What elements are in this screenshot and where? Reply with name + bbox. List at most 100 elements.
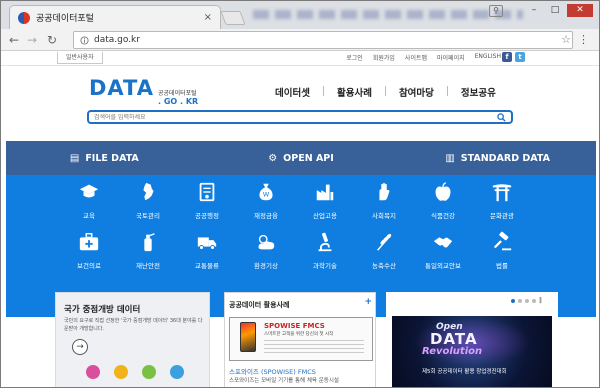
favicon-icon	[18, 11, 30, 24]
logo-sub: 공공데이터포털 . GO . KR	[158, 88, 198, 106]
banner-pager: ‖	[511, 297, 542, 304]
category-label: 국토관리	[136, 212, 160, 220]
blurred-bookmark-bar	[253, 10, 523, 19]
category-industry[interactable]: 산업고용	[297, 181, 353, 220]
nav-info-share[interactable]: 정보공유	[461, 85, 496, 99]
case-link[interactable]: 스포와이즈 (SPOWISE) FMCS	[229, 366, 316, 376]
site-logo[interactable]: DATA 공공데이터포털 . GO . KR	[89, 76, 198, 106]
address-bar[interactable]: data.go.kr	[73, 31, 573, 49]
category-food-health[interactable]: 식품건강	[415, 181, 471, 220]
category-science[interactable]: 과학기술	[297, 231, 353, 270]
general-user-tab[interactable]: 일반사용자	[57, 52, 103, 64]
dot	[86, 365, 100, 379]
category-environment[interactable]: 환경기상	[238, 231, 294, 270]
nav-separator	[446, 86, 448, 96]
category-label: 식품건강	[431, 212, 455, 220]
signup-link[interactable]: 회원가입	[373, 53, 395, 62]
gear-icon: ⚙	[268, 152, 278, 164]
pager-dot[interactable]	[532, 298, 536, 303]
category-land[interactable]: 국토관리	[120, 181, 176, 220]
panel-title: 공공데이터 활용사례	[229, 301, 290, 309]
mypage-link[interactable]: 마이페이지	[437, 53, 465, 62]
category-diplomacy[interactable]: 통일외교안보	[415, 231, 471, 270]
category-law[interactable]: 법률	[474, 231, 530, 270]
arrow-right-icon[interactable]: →	[72, 339, 88, 355]
tab-open-api[interactable]: ⚙ OPEN API	[203, 141, 400, 175]
back-button[interactable]: ←	[9, 33, 19, 47]
nav-participation[interactable]: 참여마당	[399, 85, 434, 99]
category-administration[interactable]: 공공행정	[179, 181, 235, 220]
profile-icon[interactable]: ⚲	[489, 5, 503, 17]
category-finance[interactable]: W 재정금융	[238, 181, 294, 220]
pager-dot[interactable]	[525, 298, 529, 303]
category-label: 공공행정	[195, 212, 219, 220]
category-welfare[interactable]: 사회복지	[356, 181, 412, 220]
color-dots	[86, 365, 184, 379]
category-label: 사회복지	[372, 212, 396, 220]
banner-text-lines	[264, 340, 364, 354]
new-tab-button[interactable]	[220, 11, 246, 25]
microscope-icon	[318, 232, 332, 252]
minimize-button[interactable]: –	[525, 4, 543, 17]
forward-button[interactable]: →	[27, 33, 37, 47]
pause-icon[interactable]: ‖	[539, 297, 542, 304]
logo-korean: 공공데이터포털	[158, 90, 197, 97]
main-nav: 데이터셋 활용사례 참여마당 정보공유	[275, 85, 496, 99]
sns-links: f t	[502, 52, 525, 62]
tab-label: OPEN API	[283, 152, 334, 164]
close-window-button[interactable]: ✕	[567, 4, 593, 17]
search-box	[87, 110, 513, 124]
tab-label: STANDARD DATA	[460, 152, 551, 164]
truck-icon	[197, 237, 217, 250]
svg-text:W: W	[263, 191, 270, 199]
case-banner[interactable]: SPOWISE FMCS 스마트한 고객을 위한 당신의 첫 시작	[229, 317, 373, 361]
browser-tab[interactable]: 공공데이터포털 ×	[9, 5, 221, 29]
maximize-button[interactable]: □	[546, 4, 564, 17]
nav-separator	[322, 86, 324, 96]
graduation-cap-icon	[79, 184, 99, 198]
browser-menu-icon[interactable]: ⋮	[578, 33, 589, 46]
tab-standard-data[interactable]: ▥ STANDARD DATA	[399, 141, 596, 175]
nav-use-cases[interactable]: 활용사례	[337, 85, 372, 99]
sitemap-link[interactable]: 사이트맵	[405, 53, 427, 62]
window-controls: – □ ✕	[525, 4, 593, 17]
open-data-panel[interactable]: 국가 중점개방 데이터 국민의 요구로 직접 선정한 '국가 중점개방 데이터'…	[55, 292, 210, 387]
more-button[interactable]: +	[364, 297, 372, 307]
money-bag-icon: W	[259, 183, 273, 201]
login-link[interactable]: 로그인	[346, 53, 363, 62]
fire-extinguisher-icon	[144, 233, 155, 252]
category-agriculture[interactable]: 농축수산	[356, 231, 412, 270]
case-desc: 스포와이즈는 모바일 기기를 통해 체육 운동시설	[229, 378, 339, 384]
facebook-icon[interactable]: f	[502, 52, 512, 62]
pager-dot[interactable]	[518, 298, 522, 303]
banner-image[interactable]: Open DATA Revolution 제5회 공공데이터 활용 창업경진대회	[392, 316, 552, 387]
category-disaster[interactable]: 재난안전	[120, 231, 176, 270]
pager-dot[interactable]	[511, 298, 515, 303]
category-culture-tourism[interactable]: 문화관광	[474, 181, 530, 220]
category-label: 통일외교안보	[425, 262, 461, 270]
category-education[interactable]: 교육	[61, 181, 117, 220]
category-transport[interactable]: 교통물류	[179, 231, 235, 270]
bookmark-star-icon[interactable]: ☆	[561, 33, 571, 46]
search-input[interactable]	[94, 113, 474, 121]
logo-domain: . GO . KR	[158, 97, 199, 106]
search-icon[interactable]	[497, 112, 506, 122]
twitter-icon[interactable]: t	[515, 52, 525, 62]
category-label: 법률	[496, 262, 508, 270]
english-link[interactable]: ENGLISH	[475, 53, 501, 62]
reload-button[interactable]: ↻	[47, 33, 57, 47]
info-icon[interactable]	[80, 35, 89, 45]
category-label: 환경기상	[254, 262, 278, 270]
utility-links: 로그인 회원가입 사이트맵 마이페이지 ENGLISH	[346, 53, 501, 62]
browser-toolbar: ← → ↻ data.go.kr ☆ ⋮	[1, 29, 599, 51]
tab-file-data[interactable]: ▤ FILE DATA	[6, 141, 203, 175]
data-type-tabs: ▤ FILE DATA ⚙ OPEN API ▥ STANDARD DATA	[6, 141, 596, 175]
close-tab-icon[interactable]: ×	[204, 12, 212, 23]
nav-dataset[interactable]: 데이터셋	[275, 85, 310, 99]
browser-window: 공공데이터포털 × ⚲ – □ ✕ ← → ↻ data.go.kr ☆ ⋮ 일…	[0, 0, 600, 388]
panel-desc: 국민의 요구로 직접 선정한 '국가 중점개방 데이터' 36대 분야를 다운받…	[64, 318, 203, 332]
category-label: 농축수산	[372, 262, 396, 270]
korea-map-icon	[143, 182, 154, 201]
category-medical[interactable]: 보건의료	[61, 231, 117, 270]
category-label: 문화관광	[490, 212, 514, 220]
